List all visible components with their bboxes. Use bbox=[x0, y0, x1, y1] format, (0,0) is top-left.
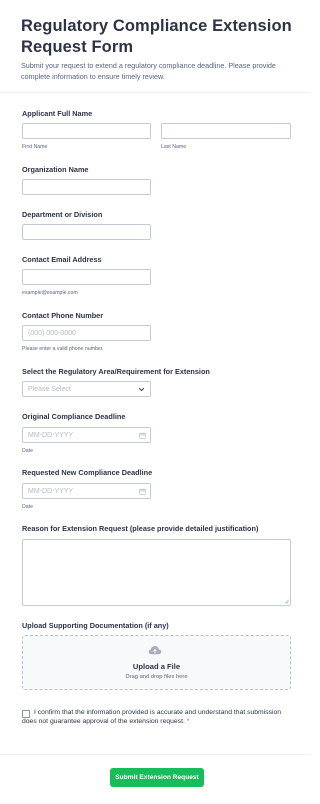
cloud-upload-icon bbox=[148, 646, 162, 655]
upload-hint: Drag and drop files here bbox=[125, 674, 188, 680]
confirmation-text: I confirm that the information provided … bbox=[22, 709, 282, 725]
submit-button[interactable]: Submit Extension Request bbox=[110, 768, 204, 787]
applicant-name-label: Applicant Full Name bbox=[22, 109, 93, 118]
regulatory-area-label: Select the Regulatory Area/Requirement f… bbox=[22, 367, 210, 376]
confirmation-label: I confirm that the information provided … bbox=[22, 709, 292, 726]
department-label: Department or Division bbox=[22, 210, 103, 219]
new-deadline-sublabel: Date bbox=[22, 504, 33, 510]
upload-title: Upload a File bbox=[132, 662, 181, 671]
calendar-icon[interactable] bbox=[139, 432, 146, 439]
department-input[interactable] bbox=[22, 224, 151, 240]
first-name-sublabel: First Name bbox=[22, 144, 48, 150]
form-subtitle: Submit your request to extend a regulato… bbox=[21, 61, 276, 81]
first-name-input[interactable] bbox=[22, 123, 151, 139]
footer-divider bbox=[0, 754, 310, 755]
phone-placeholder: (000) 000-0000 bbox=[28, 329, 76, 337]
form-header: Regulatory Compliance Extension Request … bbox=[21, 16, 293, 82]
original-deadline-label: Original Compliance Deadline bbox=[22, 412, 126, 421]
required-asterisk: * bbox=[186, 717, 190, 725]
original-deadline-placeholder: MM-DD-YYYY bbox=[28, 431, 74, 439]
new-deadline-input[interactable]: MM-DD-YYYY bbox=[22, 483, 151, 499]
resize-handle-icon[interactable] bbox=[284, 599, 289, 604]
reason-textarea[interactable] bbox=[22, 539, 291, 606]
last-name-input[interactable] bbox=[161, 123, 291, 139]
last-name-sublabel: Last Name bbox=[161, 144, 187, 150]
email-label: Contact Email Address bbox=[22, 255, 102, 264]
email-input[interactable] bbox=[22, 269, 151, 285]
regulatory-area-selected: Please Select bbox=[28, 385, 71, 393]
phone-label: Contact Phone Number bbox=[22, 311, 104, 320]
email-sublabel: example@example.com bbox=[22, 290, 78, 296]
header-divider bbox=[0, 92, 310, 93]
phone-input[interactable]: (000) 000-0000 bbox=[22, 325, 151, 341]
calendar-icon[interactable] bbox=[139, 488, 146, 495]
phone-sublabel: Please enter a valid phone number. bbox=[22, 346, 104, 352]
regulatory-area-select[interactable]: Please Select bbox=[22, 381, 151, 397]
upload-label: Upload Supporting Documentation (if any) bbox=[22, 621, 169, 630]
new-deadline-placeholder: MM-DD-YYYY bbox=[28, 487, 74, 495]
form-title: Regulatory Compliance Extension Request … bbox=[21, 17, 292, 56]
reason-label: Reason for Extension Request (please pro… bbox=[22, 524, 259, 533]
chevron-down-icon bbox=[138, 387, 145, 392]
organization-input[interactable] bbox=[22, 179, 151, 195]
original-deadline-sublabel: Date bbox=[22, 448, 33, 454]
new-deadline-label: Requested New Compliance Deadline bbox=[22, 468, 153, 477]
organization-label: Organization Name bbox=[22, 165, 89, 174]
original-deadline-input[interactable]: MM-DD-YYYY bbox=[22, 427, 151, 443]
